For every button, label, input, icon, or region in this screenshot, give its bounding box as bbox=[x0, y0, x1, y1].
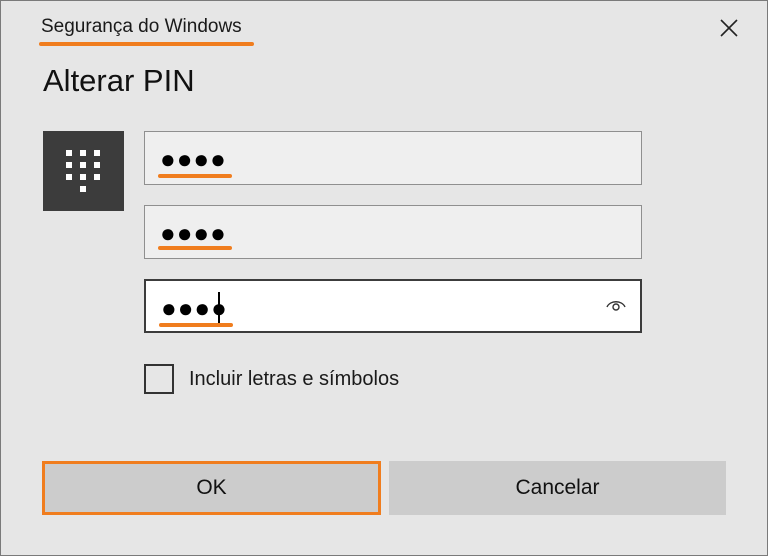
windows-security-dialog: Segurança do Windows Alterar PIN ●●●● ●●… bbox=[0, 0, 768, 556]
cancel-button[interactable]: Cancelar bbox=[389, 461, 726, 515]
close-icon bbox=[720, 18, 738, 42]
keypad-icon bbox=[43, 131, 124, 211]
field-highlight-underline bbox=[158, 246, 232, 250]
close-button[interactable] bbox=[711, 13, 747, 47]
current-pin-value: ●●●● bbox=[160, 144, 227, 174]
confirm-pin-field[interactable]: ●●●● bbox=[144, 279, 642, 333]
current-pin-field[interactable]: ●●●● bbox=[144, 131, 642, 185]
dialog-heading: Alterar PIN bbox=[43, 63, 195, 98]
new-pin-field[interactable]: ●●●● bbox=[144, 205, 642, 259]
include-letters-label[interactable]: Incluir letras e símbolos bbox=[189, 368, 399, 391]
include-letters-option: Incluir letras e símbolos bbox=[144, 362, 399, 396]
include-letters-checkbox[interactable] bbox=[144, 364, 174, 394]
reveal-pin-button[interactable] bbox=[604, 295, 628, 319]
eye-icon bbox=[605, 298, 627, 317]
window-title: Segurança do Windows bbox=[41, 16, 242, 37]
text-cursor bbox=[218, 292, 220, 326]
field-highlight-underline bbox=[158, 174, 232, 178]
new-pin-value: ●●●● bbox=[160, 218, 227, 248]
ok-button[interactable]: OK bbox=[42, 461, 381, 515]
field-highlight-underline bbox=[159, 323, 233, 327]
title-highlight-underline bbox=[39, 42, 254, 46]
